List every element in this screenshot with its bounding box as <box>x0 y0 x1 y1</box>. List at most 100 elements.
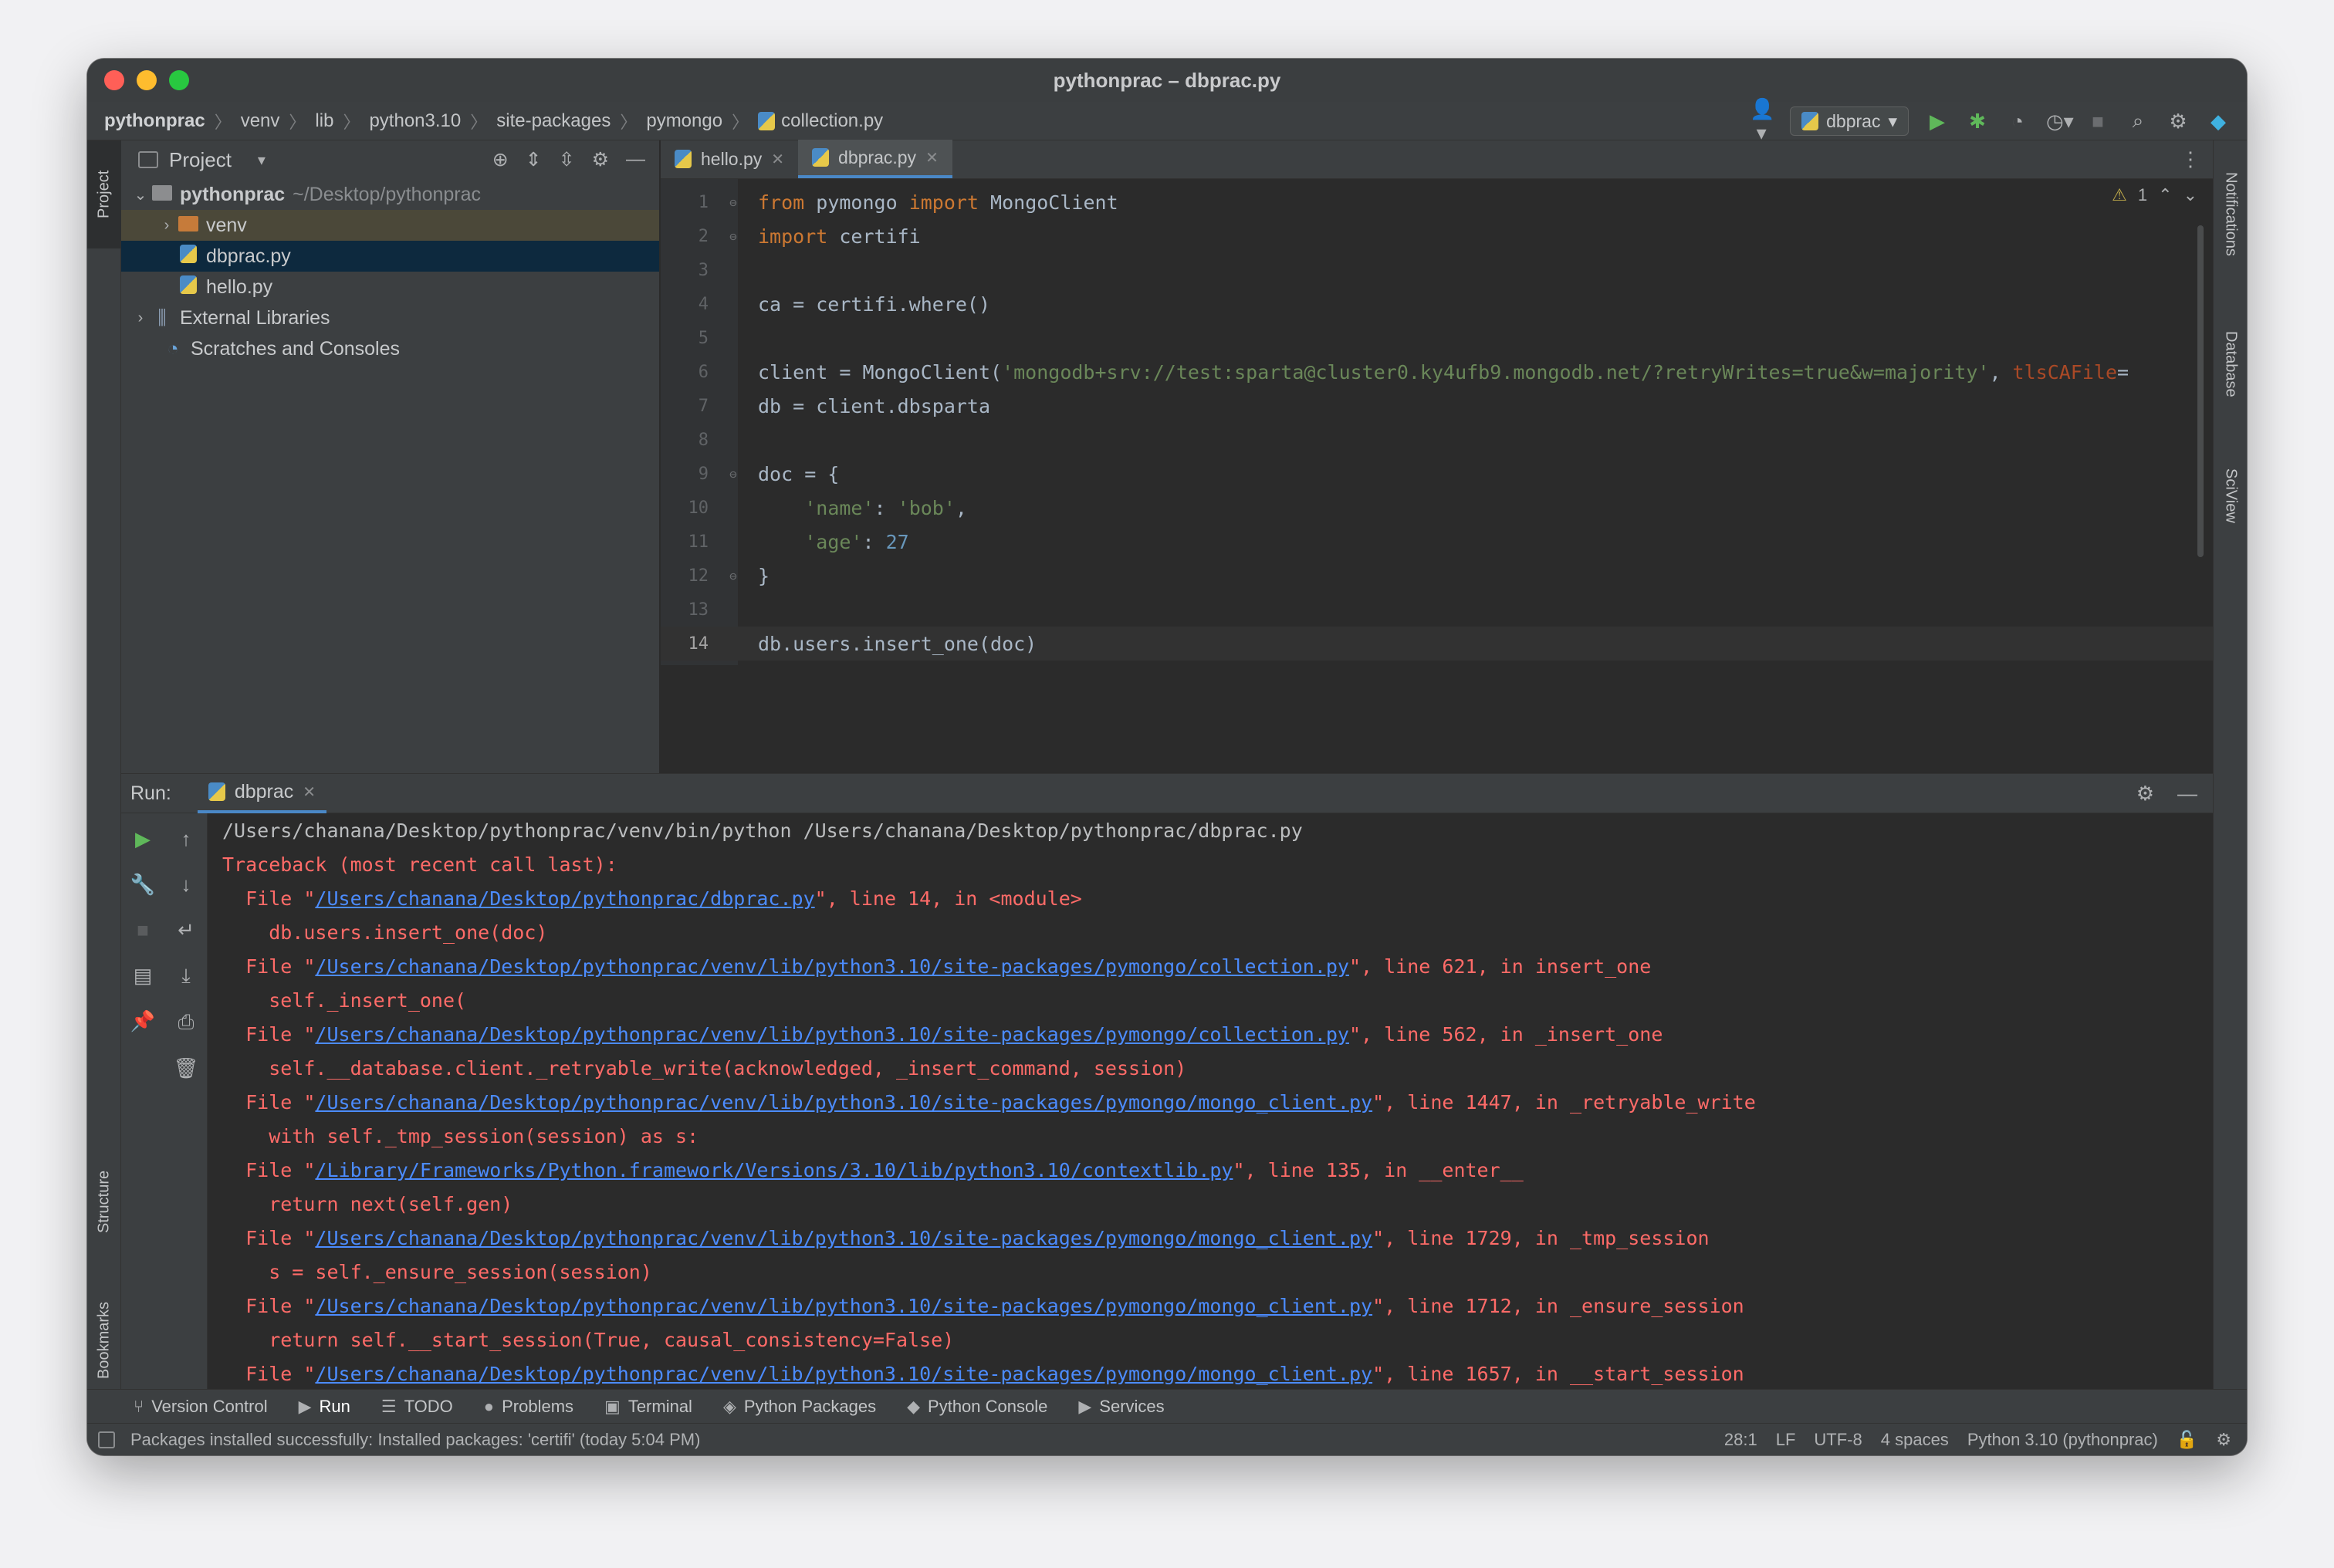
code-line[interactable]: 3 <box>661 253 2213 287</box>
file-link[interactable]: /Library/Frameworks/Python.framework/Ver… <box>315 1159 1233 1181</box>
close-window-button[interactable] <box>104 70 124 90</box>
rerun-icon[interactable]: ▶ <box>135 827 151 851</box>
tool-window-todo[interactable]: ☰ TODO <box>381 1397 453 1417</box>
code-area[interactable]: 1 ⊖ from pymongo import MongoClient 2 ⊖ impor… <box>661 185 2213 661</box>
fold-icon[interactable]: ⊖ <box>722 569 744 583</box>
tab-dbprac-py[interactable]: dbprac.py ✕ <box>798 140 952 178</box>
code-line[interactable]: 2 ⊖ import certifi <box>661 219 2213 253</box>
layout-icon[interactable]: ▤ <box>134 964 153 988</box>
code-line[interactable]: 4 ca = certifi.where() <box>661 287 2213 321</box>
close-icon[interactable]: ✕ <box>925 148 939 167</box>
arrow-up-icon[interactable]: ↑ <box>181 827 191 851</box>
file-link[interactable]: /Users/chanana/Desktop/pythonprac/venv/l… <box>315 1363 1372 1385</box>
chevron-right-icon[interactable]: › <box>130 309 151 327</box>
fold-icon[interactable]: ⊖ <box>722 229 744 244</box>
minimize-window-button[interactable] <box>137 70 157 90</box>
settings-icon[interactable]: ⚙ <box>2216 1430 2231 1450</box>
indent-setting[interactable]: 4 spaces <box>1881 1430 1949 1450</box>
trash-icon[interactable]: 🗑 <box>173 1056 198 1080</box>
soft-wrap-icon[interactable]: ↵ <box>178 918 194 942</box>
project-tool-button[interactable]: Project <box>87 140 121 248</box>
stop-icon[interactable]: ■ <box>137 918 149 942</box>
notifications-tool-button[interactable]: Notifications <box>2214 140 2247 287</box>
toggle-tool-windows-icon[interactable] <box>98 1431 115 1448</box>
breadcrumb-item[interactable]: python3.10 <box>369 110 461 132</box>
file-encoding[interactable]: UTF-8 <box>1814 1430 1862 1450</box>
code-line[interactable]: 10 'name': 'bob', <box>661 491 2213 525</box>
fold-icon[interactable]: ⊖ <box>722 467 744 482</box>
gear-icon[interactable]: ⚙ <box>592 148 609 171</box>
code-line[interactable]: 9 ⊖ doc = { <box>661 457 2213 491</box>
file-link[interactable]: /Users/chanana/Desktop/pythonprac/venv/l… <box>315 1023 1349 1046</box>
console-output[interactable]: /Users/chanana/Desktop/pythonprac/venv/b… <box>208 813 2213 1431</box>
more-icon[interactable]: ⋮ <box>2180 147 2200 171</box>
breadcrumb-item[interactable]: pythonprac <box>104 110 205 132</box>
collapse-all-icon[interactable]: ⇳ <box>559 148 575 171</box>
project-view-select[interactable]: Project <box>169 148 232 172</box>
chevron-down-icon[interactable]: ⌄ <box>130 185 151 204</box>
hide-icon[interactable]: — <box>626 148 645 171</box>
tool-window-version-control[interactable]: ⑂ Version Control <box>134 1397 268 1417</box>
tree-item-external-libraries[interactable]: › ⫼ External Libraries <box>121 302 659 333</box>
stop-icon[interactable]: ■ <box>2086 110 2109 133</box>
file-link[interactable]: /Users/chanana/Desktop/pythonprac/venv/l… <box>315 955 1349 978</box>
fold-icon[interactable]: ⊖ <box>722 195 744 210</box>
jetbrains-icon[interactable]: ◆ <box>2207 110 2230 133</box>
breadcrumb-item[interactable]: site-packages <box>496 110 611 132</box>
tool-window-terminal[interactable]: ▣ Terminal <box>604 1397 692 1417</box>
arrow-down-icon[interactable]: ↓ <box>181 873 191 897</box>
zoom-window-button[interactable] <box>169 70 189 90</box>
breadcrumb-item[interactable]: venv <box>241 110 280 132</box>
structure-tool-button[interactable]: Structure <box>87 1144 121 1259</box>
chevron-down-icon[interactable]: ▾ <box>258 150 266 170</box>
code-line[interactable]: 14 db.users.insert_one(doc) <box>661 627 2213 661</box>
line-separator[interactable]: LF <box>1776 1430 1796 1450</box>
python-interpreter[interactable]: Python 3.10 (pythonprac) <box>1967 1430 2158 1450</box>
coverage-icon[interactable]: ◔ <box>2006 110 2029 133</box>
search-icon[interactable]: ⌕ <box>2126 109 2150 133</box>
locate-icon[interactable]: ⊕ <box>492 148 509 171</box>
tool-window-run[interactable]: ▶ Run <box>299 1397 350 1417</box>
tool-window-problems[interactable]: ● Problems <box>484 1397 573 1417</box>
run-icon[interactable]: ▶ <box>1926 110 1949 133</box>
breadcrumb-item[interactable]: pymongo <box>646 110 722 132</box>
chevron-right-icon[interactable]: › <box>157 217 177 235</box>
status-message[interactable]: Packages installed successfully: Install… <box>130 1430 700 1450</box>
code-line[interactable]: 11 'age': 27 <box>661 525 2213 559</box>
tool-window-services[interactable]: ▶ Services <box>1078 1397 1164 1417</box>
tree-item-venv[interactable]: › venv <box>121 210 659 241</box>
code-line[interactable]: 12 ⊖} <box>661 559 2213 593</box>
profile-icon[interactable]: ◷▾ <box>2046 110 2074 133</box>
editor-scrollbar[interactable] <box>2197 225 2204 557</box>
bookmarks-tool-button[interactable]: Bookmarks <box>87 1275 121 1406</box>
run-configuration-select[interactable]: dbprac ▾ <box>1790 106 1909 136</box>
database-tool-button[interactable]: Database <box>2214 302 2247 426</box>
scroll-to-end-icon[interactable]: ⤓ <box>181 964 191 988</box>
file-link[interactable]: /Users/chanana/Desktop/pythonprac/venv/l… <box>315 1295 1372 1317</box>
close-icon[interactable]: ✕ <box>303 782 316 802</box>
inspection-widget[interactable]: ⚠ 1 ⌃ ⌄ <box>2112 185 2197 205</box>
file-link[interactable]: /Users/chanana/Desktop/pythonprac/dbprac… <box>315 887 814 910</box>
lock-icon[interactable]: 🔓 <box>2177 1430 2197 1450</box>
print-icon[interactable]: ⎙ <box>178 1010 194 1035</box>
tab-hello-py[interactable]: hello.py ✕ <box>661 140 798 178</box>
hide-icon[interactable]: — <box>2177 782 2197 806</box>
gear-icon[interactable]: ⚙ <box>2167 110 2190 133</box>
tree-item-hello-py[interactable]: hello.py <box>121 272 659 302</box>
sciview-tool-button[interactable]: SciView <box>2214 441 2247 549</box>
caret-position[interactable]: 28:1 <box>1724 1430 1757 1450</box>
debug-icon[interactable]: ✱ <box>1966 110 1989 133</box>
tool-window-python-console[interactable]: ◆ Python Console <box>907 1397 1047 1417</box>
code-line[interactable]: 1 ⊖ from pymongo import MongoClient <box>661 185 2213 219</box>
tool-window-python-packages[interactable]: ◈ Python Packages <box>723 1397 876 1417</box>
expand-all-icon[interactable]: ⇕ <box>526 148 542 171</box>
gear-icon[interactable]: ⚙ <box>2136 782 2154 806</box>
breadcrumb-item[interactable]: lib <box>315 110 333 132</box>
account-icon[interactable]: 👤▾ <box>1750 97 1774 145</box>
file-link[interactable]: /Users/chanana/Desktop/pythonprac/venv/l… <box>315 1227 1372 1249</box>
file-link[interactable]: /Users/chanana/Desktop/pythonprac/venv/l… <box>315 1091 1372 1113</box>
chevron-up-icon[interactable]: ⌃ <box>2158 185 2172 205</box>
code-line[interactable]: 13 <box>661 593 2213 627</box>
wrench-icon[interactable]: 🔧 <box>130 873 155 897</box>
chevron-down-icon[interactable]: ⌄ <box>2183 185 2197 205</box>
